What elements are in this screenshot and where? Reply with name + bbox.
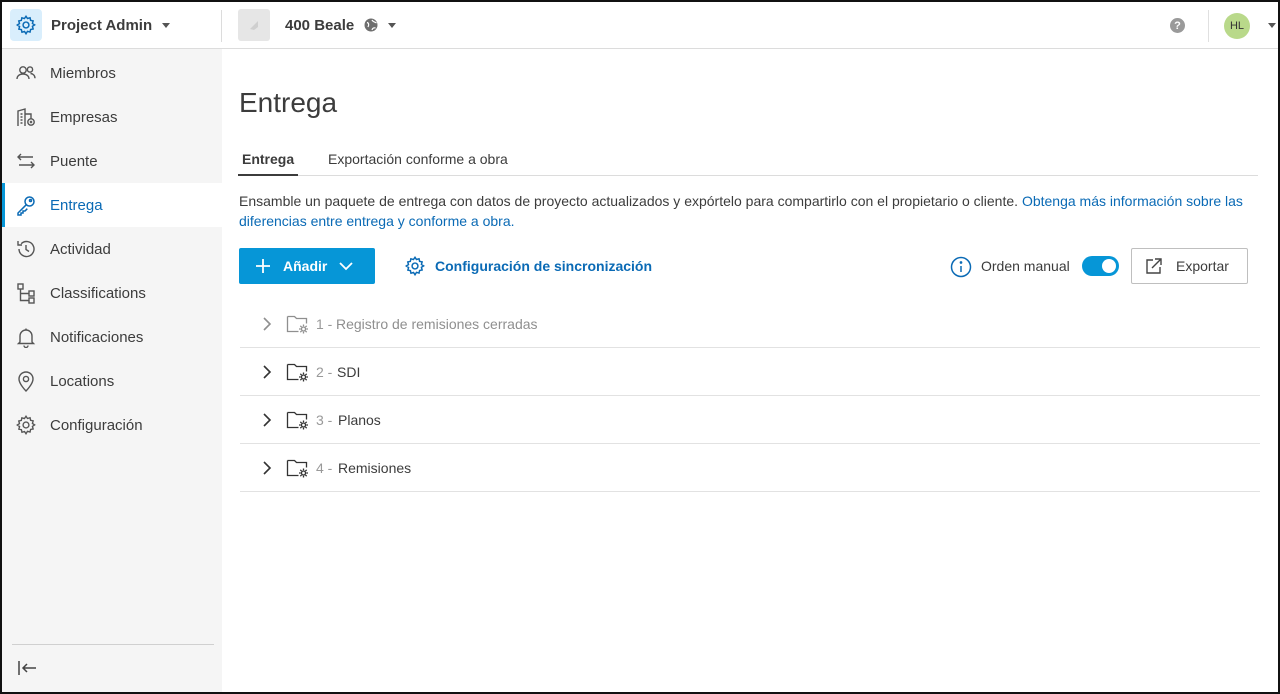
divider — [221, 10, 222, 42]
export-button[interactable]: Exportar — [1131, 248, 1248, 284]
sync-settings-label: Configuración de sincronización — [435, 258, 653, 274]
project-switcher[interactable]: 400 Beale — [238, 9, 397, 41]
key-icon — [17, 196, 35, 216]
info-icon[interactable] — [950, 256, 972, 278]
chevron-down-icon — [162, 22, 171, 28]
user-avatar[interactable]: HL — [1224, 13, 1250, 39]
sidebar-item-label: Classifications — [50, 284, 146, 302]
project-admin-gear-icon — [10, 9, 42, 41]
sidebar-item-locations[interactable]: Locations — [2, 359, 222, 403]
folder-number: 2 - — [316, 364, 333, 380]
sidebar-item-miembros[interactable]: Miembros — [2, 51, 222, 95]
folder-row[interactable]: 2 - SDI — [240, 348, 1260, 396]
folder-list: 1 - Registro de remisiones cerradas 2 - … — [240, 300, 1260, 492]
sidebar-item-classifications[interactable]: Classifications — [2, 271, 222, 315]
app-name: Project Admin — [51, 16, 153, 34]
folder-row[interactable]: 4 - Remisiones — [240, 444, 1260, 492]
manual-order-toggle[interactable] — [1082, 256, 1119, 276]
gear-icon — [404, 255, 425, 277]
divider — [1208, 10, 1209, 42]
plus-icon — [256, 259, 270, 273]
globe-icon — [364, 18, 378, 32]
page-title: Entrega — [239, 87, 338, 118]
toggle-knob — [1102, 259, 1116, 273]
folder-number: 3 - — [316, 412, 333, 428]
folder-settings-icon — [286, 363, 308, 382]
app-window: Project Admin 400 Beale ? HL Miembros Em… — [0, 0, 1280, 694]
people-icon — [16, 66, 36, 80]
collapse-sidebar-icon[interactable] — [16, 657, 38, 679]
tab-exportacion-conforme-a-obra[interactable]: Exportación conforme a obra — [328, 151, 508, 176]
gear-icon — [16, 415, 36, 435]
tab-bar: Entrega Exportación conforme a obra — [238, 148, 1258, 176]
chevron-right-icon[interactable] — [262, 413, 272, 427]
building-icon — [17, 108, 35, 126]
chevron-down-icon — [339, 262, 353, 271]
project-thumbnail-icon — [238, 9, 270, 41]
location-pin-icon — [18, 371, 34, 392]
folder-name: Registro de remisiones cerradas — [336, 316, 538, 332]
top-bar: Project Admin 400 Beale ? HL — [2, 2, 1278, 49]
history-icon — [17, 240, 35, 258]
sidebar-item-label: Locations — [50, 372, 115, 390]
export-button-label: Exportar — [1176, 258, 1229, 274]
sidebar-item-puente[interactable]: Puente — [2, 139, 222, 183]
folder-settings-icon — [286, 459, 308, 478]
project-name: 400 Beale — [285, 16, 355, 34]
chevron-down-icon[interactable] — [1268, 23, 1276, 28]
folder-name: Remisiones — [338, 460, 412, 476]
bell-icon — [16, 328, 36, 348]
sidebar: Miembros Empresas Puente Entrega Activid… — [2, 49, 222, 692]
help-icon[interactable]: ? — [1170, 18, 1185, 33]
sidebar-item-label: Puente — [50, 152, 98, 170]
sidebar-item-label: Actividad — [50, 240, 111, 258]
sidebar-item-configuracion[interactable]: Configuración — [2, 403, 222, 447]
folder-settings-icon — [286, 411, 308, 430]
folder-number: 4 - — [316, 460, 333, 476]
tab-entrega[interactable]: Entrega — [238, 151, 299, 176]
description: Ensamble un paquete de entrega con datos… — [239, 191, 1259, 231]
folder-name: Planos — [338, 412, 381, 428]
sidebar-item-empresas[interactable]: Empresas — [2, 95, 222, 139]
sidebar-item-actividad[interactable]: Actividad — [2, 227, 222, 271]
sidebar-item-entrega[interactable]: Entrega — [2, 183, 222, 227]
add-button-label: Añadir — [283, 258, 328, 274]
hierarchy-icon — [17, 283, 35, 304]
sidebar-item-label: Entrega — [50, 196, 103, 214]
description-text: Ensamble un paquete de entrega con datos… — [239, 193, 1022, 209]
chevron-right-icon[interactable] — [262, 461, 272, 475]
chevron-down-icon — [388, 22, 397, 28]
divider — [12, 644, 214, 645]
app-switcher[interactable]: Project Admin — [10, 9, 171, 41]
folder-settings-icon — [286, 315, 308, 334]
folder-row[interactable]: 1 - Registro de remisiones cerradas — [240, 300, 1260, 348]
sidebar-item-label: Empresas — [50, 108, 118, 126]
manual-order-label: Orden manual — [981, 258, 1070, 274]
export-icon — [1146, 258, 1162, 274]
add-button[interactable]: Añadir — [239, 248, 375, 284]
sidebar-item-label: Notificaciones — [50, 328, 144, 346]
folder-row[interactable]: 3 - Planos — [240, 396, 1260, 444]
folder-number: 1 - — [316, 316, 333, 332]
main-content: Entrega Entrega Exportación conforme a o… — [222, 49, 1278, 692]
sync-settings-link[interactable]: Configuración de sincronización — [404, 255, 652, 277]
bridge-arrows-icon — [17, 153, 35, 169]
sidebar-item-label: Configuración — [50, 416, 143, 434]
sidebar-item-label: Miembros — [50, 64, 116, 82]
chevron-right-icon[interactable] — [262, 365, 272, 379]
folder-name: SDI — [337, 364, 361, 380]
sidebar-item-notificaciones[interactable]: Notificaciones — [2, 315, 222, 359]
chevron-right-icon[interactable] — [262, 317, 272, 331]
